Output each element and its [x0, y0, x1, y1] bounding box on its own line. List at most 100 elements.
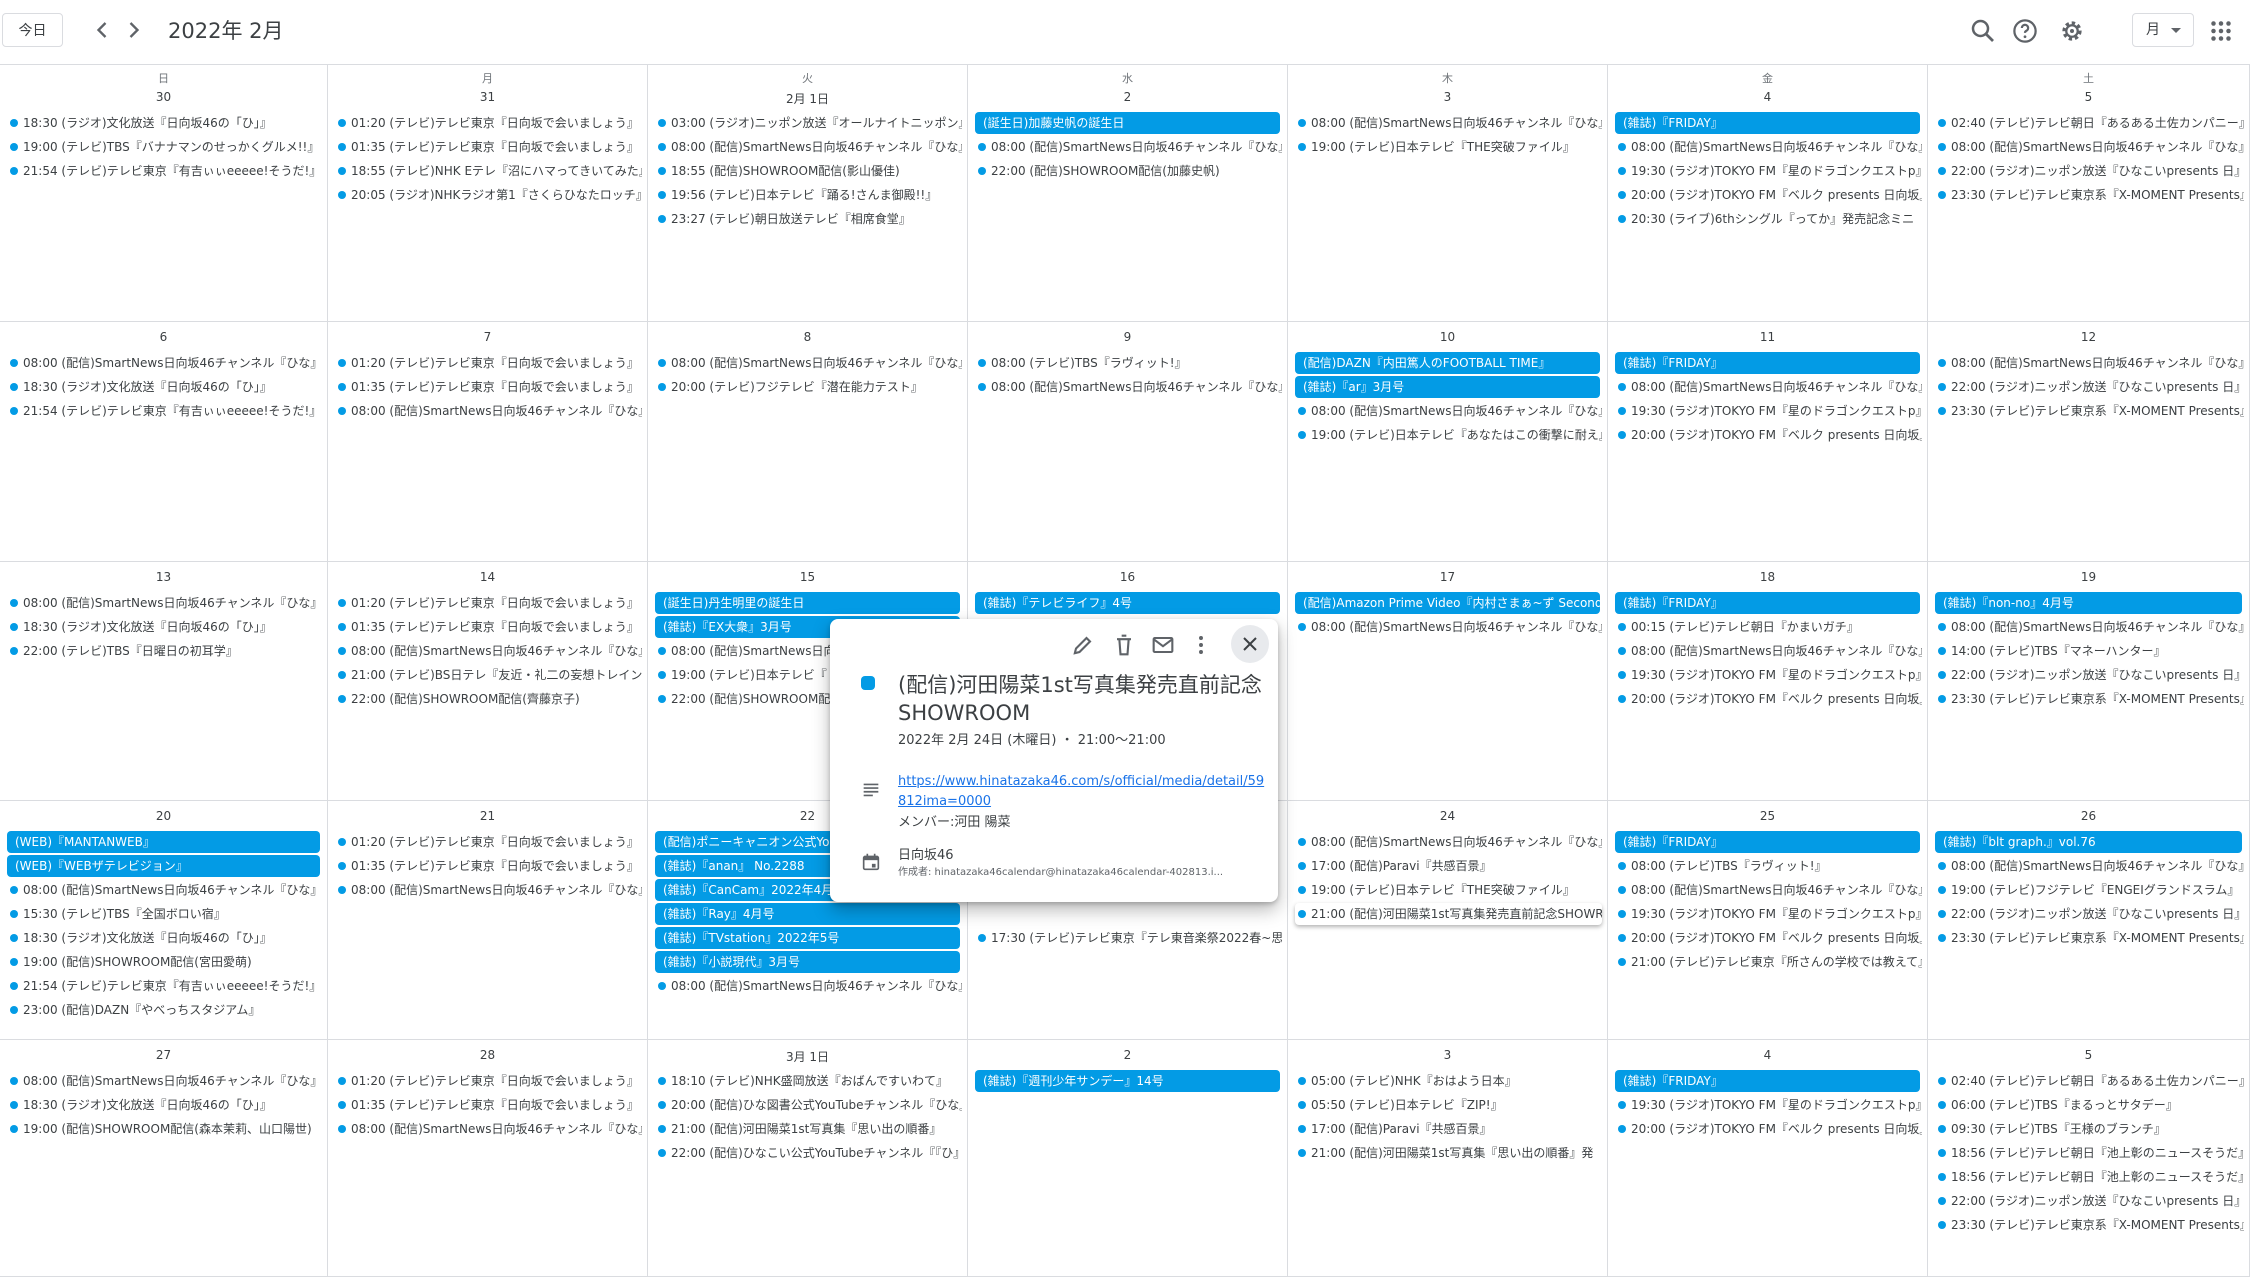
day-cell[interactable]: 4 (雑誌)『FRIDAY』 19:30 (ラジオ)TOKYO FM『星のドラゴンク… — [1608, 1040, 1928, 1277]
event-item[interactable]: 08:00 (配信)SmartNews日向坂46チャンネル『ひな』 — [1295, 831, 1602, 853]
day-number[interactable]: 5 — [1928, 90, 2249, 104]
event-item[interactable]: 18:55 (テレビ)NHK Eテレ『沼にハマってきいてみた』 — [335, 160, 642, 182]
all-day-event-chip[interactable]: (配信)DAZN『内田篤人のFOOTBALL TIME』 — [1295, 352, 1600, 374]
event-item[interactable] — [975, 903, 1282, 925]
event-item[interactable]: 08:00 (配信)SmartNews日向坂46チャンネル『ひな』 — [335, 879, 642, 901]
event-item[interactable]: 00:15 (テレビ)テレビ朝日『かまいガチ』 — [1615, 616, 1922, 638]
all-day-event-chip[interactable]: (雑誌)『TVstation』2022年5号 — [655, 927, 960, 949]
all-day-event-chip[interactable]: (WEB)『MANTANWEB』 — [7, 831, 320, 853]
event-item[interactable]: 22:00 (ラジオ)ニッポン放送『ひなこいpresents 日』 — [1935, 903, 2244, 925]
day-cell[interactable]: 11 (雑誌)『FRIDAY』 08:00 (配信)SmartNews日向坂46チャ… — [1608, 322, 1928, 562]
event-item[interactable]: 08:00 (配信)SmartNews日向坂46チャンネル『ひな』 — [1615, 640, 1922, 662]
day-number[interactable]: 2 — [968, 1048, 1287, 1062]
event-item[interactable]: 08:00 (配信)SmartNews日向坂46チャンネル『ひな』 — [1295, 400, 1602, 422]
day-number[interactable]: 9 — [968, 330, 1287, 344]
event-item[interactable]: 09:30 (テレビ)TBS『王様のブランチ』 — [1935, 1118, 2244, 1140]
all-day-event-chip[interactable]: (配信)Amazon Prime Video『内村さまぁ~ず Second』 — [1295, 592, 1600, 614]
event-item[interactable]: 22:00 (ラジオ)ニッポン放送『ひなこいpresents 日』 — [1935, 664, 2244, 686]
day-cell[interactable]: 21 01:20 (テレビ)テレビ東京『日向坂で会いましょう』 01:35 (テレビ… — [328, 801, 648, 1040]
close-icon[interactable] — [1231, 625, 1269, 663]
event-item[interactable]: 19:30 (ラジオ)TOKYO FM『星のドラゴンクエストp』 — [1615, 400, 1922, 422]
event-item[interactable]: 19:56 (テレビ)日本テレビ『踊る!さんま御殿!!』 — [655, 184, 962, 206]
day-number[interactable]: 24 — [1288, 809, 1607, 823]
day-cell[interactable]: 18 (雑誌)『FRIDAY』 00:15 (テレビ)テレビ朝日『かまいガチ』 08:… — [1608, 562, 1928, 801]
event-item[interactable]: 23:30 (テレビ)テレビ東京系『X-MOMENT Presents』 — [1935, 688, 2244, 710]
event-item[interactable]: 01:20 (テレビ)テレビ東京『日向坂で会いましょう』 — [335, 831, 642, 853]
day-cell[interactable]: 20 (WEB)『MANTANWEB』 (WEB)『WEBザテレビジョン』 08:00… — [0, 801, 328, 1040]
event-item[interactable]: 01:20 (テレビ)テレビ東京『日向坂で会いましょう』 — [335, 352, 642, 374]
day-cell[interactable]: 3月 1日 18:10 (テレビ)NHK盛岡放送『おばんですいわて』 20:00 (… — [648, 1040, 968, 1277]
event-item[interactable]: 01:35 (テレビ)テレビ東京『日向坂で会いましょう』 — [335, 1094, 642, 1116]
all-day-event-chip[interactable]: (雑誌)『FRIDAY』 — [1615, 831, 1920, 853]
event-item[interactable]: 01:35 (テレビ)テレビ東京『日向坂で会いましょう』 — [335, 376, 642, 398]
day-number[interactable]: 15 — [648, 570, 967, 584]
day-number[interactable]: 26 — [1928, 809, 2249, 823]
edit-icon[interactable] — [1069, 631, 1097, 659]
event-item[interactable]: 19:00 (テレビ)フジテレビ『ENGEIグランドスラム』 — [1935, 879, 2244, 901]
event-item[interactable]: 08:00 (配信)SmartNews日向坂46チャンネル『ひな』 — [655, 975, 962, 997]
day-number[interactable]: 12 — [1928, 330, 2249, 344]
search-icon[interactable] — [1968, 16, 1998, 46]
event-item[interactable]: 15:30 (テレビ)TBS『全国ボロい宿』 — [7, 903, 322, 925]
event-item[interactable]: 19:30 (ラジオ)TOKYO FM『星のドラゴンクエストp』 — [1615, 160, 1922, 182]
event-item[interactable]: 20:05 (ラジオ)NHKラジオ第1『さくらひなたロッチ』 — [335, 184, 642, 206]
event-item[interactable]: 08:00 (配信)SmartNews日向坂46チャンネル『ひな』 — [1935, 855, 2244, 877]
event-item[interactable]: 08:00 (配信)SmartNews日向坂46チャンネル『ひな』 — [1295, 616, 1602, 638]
all-day-event-chip[interactable]: (雑誌)『blt graph.』vol.76 — [1935, 831, 2242, 853]
event-item[interactable]: 08:00 (配信)SmartNews日向坂46チャンネル『ひな』 — [1935, 352, 2244, 374]
day-number[interactable]: 6 — [0, 330, 327, 344]
event-item[interactable]: 08:00 (配信)SmartNews日向坂46チャンネル『ひな』 — [7, 879, 322, 901]
event-item[interactable]: 19:30 (ラジオ)TOKYO FM『星のドラゴンクエストp』 — [1615, 1094, 1922, 1116]
event-item[interactable]: 19:00 (テレビ)TBS『バナナマンのせっかくグルメ!!』 — [7, 136, 322, 158]
event-item[interactable]: 19:00 (テレビ)日本テレビ『THE突破ファイル』 — [1295, 136, 1602, 158]
day-cell[interactable]: 17 (配信)Amazon Prime Video『内村さまぁ~ず Second』… — [1288, 562, 1608, 801]
event-item[interactable]: 19:30 (ラジオ)TOKYO FM『星のドラゴンクエストp』 — [1615, 664, 1922, 686]
event-item[interactable]: 20:00 (配信)ひな図書公式YouTubeチャンネル『ひな』 — [655, 1094, 962, 1116]
event-item[interactable]: 14:00 (テレビ)TBS『マネーハンター』 — [1935, 640, 2244, 662]
event-item[interactable]: 21:54 (テレビ)テレビ東京『有吉ぃぃeeeee!そうだ!』 — [7, 160, 322, 182]
chevron-right-icon[interactable] — [120, 16, 148, 44]
day-cell[interactable]: 14 01:20 (テレビ)テレビ東京『日向坂で会いましょう』 01:35 (テレビ… — [328, 562, 648, 801]
event-item[interactable]: 22:00 (ラジオ)ニッポン放送『ひなこいpresents 日』 — [1935, 376, 2244, 398]
more-options-icon[interactable] — [1187, 631, 1215, 659]
event-item[interactable]: 23:30 (テレビ)テレビ東京系『X-MOMENT Presents』 — [1935, 400, 2244, 422]
event-item[interactable]: 19:00 (配信)SHOWROOM配信(森本茉莉、山口陽世) — [7, 1118, 322, 1140]
all-day-event-chip[interactable]: (誕生日)丹生明里の誕生日 — [655, 592, 960, 614]
event-item[interactable]: 18:10 (テレビ)NHK盛岡放送『おばんですいわて』 — [655, 1070, 962, 1092]
day-number[interactable]: 2月 1日 — [648, 90, 967, 107]
day-number[interactable]: 20 — [0, 809, 327, 823]
event-item[interactable]: 21:00 (テレビ)BS日テレ『友近・礼二の妄想トレイン』 — [335, 664, 642, 686]
event-item[interactable]: 22:00 (配信)ひなこい公式YouTubeチャンネル『『ひ』 — [655, 1142, 962, 1164]
all-day-event-chip[interactable]: (雑誌)『FRIDAY』 — [1615, 352, 1920, 374]
today-button[interactable]: 今日 — [2, 13, 63, 47]
day-cell[interactable]: 12 08:00 (配信)SmartNews日向坂46チャンネル『ひな』 22:00… — [1928, 322, 2250, 562]
event-item[interactable]: 01:35 (テレビ)テレビ東京『日向坂で会いましょう』 — [335, 616, 642, 638]
event-item[interactable]: 18:30 (ラジオ)文化放送『日向坂46の「ひ」』 — [7, 112, 322, 134]
event-item[interactable]: 21:00 (テレビ)テレビ東京『所さんの学校では教えて』 — [1615, 951, 1922, 973]
event-item[interactable]: 19:00 (テレビ)日本テレビ『THE突破ファイル』 — [1295, 879, 1602, 901]
all-day-event-chip[interactable]: (雑誌)『non-no』4月号 — [1935, 592, 2242, 614]
event-item[interactable]: 22:00 (テレビ)TBS『日曜日の初耳学』 — [7, 640, 322, 662]
event-item[interactable]: 08:00 (配信)SmartNews日向坂46チャンネル『ひな』 — [655, 136, 962, 158]
day-number[interactable]: 8 — [648, 330, 967, 344]
event-item[interactable]: 08:00 (配信)SmartNews日向坂46チャンネル『ひな』 — [1615, 136, 1922, 158]
selected-event-item[interactable]: 21:00 (配信)河田陽菜1st写真集発売直前記念SHOWROOM — [1295, 903, 1602, 925]
day-cell[interactable]: 日 30 18:30 (ラジオ)文化放送『日向坂46の「ひ」』 19:00 (テレビ)… — [0, 64, 328, 322]
day-cell[interactable]: 月 31 01:20 (テレビ)テレビ東京『日向坂で会いましょう』 01:35 (テレ… — [328, 64, 648, 322]
event-item[interactable]: 18:56 (テレビ)テレビ朝日『池上彰のニュースそうだ』 — [1935, 1142, 2244, 1164]
event-item[interactable]: 02:40 (テレビ)テレビ朝日『あるある土佐カンパニー』 — [1935, 112, 2244, 134]
event-item[interactable]: 22:00 (ラジオ)ニッポン放送『ひなこいpresents 日』 — [1935, 160, 2244, 182]
all-day-event-chip[interactable]: (雑誌)『週刊少年サンデー』14号 — [975, 1070, 1280, 1092]
day-cell[interactable]: 水 2 (誕生日)加藤史帆の誕生日 08:00 (配信)SmartNews日向坂46チ… — [968, 64, 1288, 322]
gear-icon[interactable] — [2057, 16, 2087, 46]
event-link[interactable]: https://www.hinatazaka46.com/s/official/… — [898, 772, 1268, 812]
event-item[interactable]: 18:30 (ラジオ)文化放送『日向坂46の「ひ」』 — [7, 376, 322, 398]
event-item[interactable]: 23:30 (テレビ)テレビ東京系『X-MOMENT Presents』 — [1935, 1214, 2244, 1236]
event-item[interactable]: 01:35 (テレビ)テレビ東京『日向坂で会いましょう』 — [335, 855, 642, 877]
event-item[interactable]: 01:20 (テレビ)テレビ東京『日向坂で会いましょう』 — [335, 592, 642, 614]
all-day-event-chip[interactable]: (WEB)『WEBザテレビジョン』 — [7, 855, 320, 877]
day-number[interactable]: 7 — [328, 330, 647, 344]
help-icon[interactable] — [2010, 16, 2040, 46]
event-item[interactable]: 20:00 (テレビ)フジテレビ『潜在能力テスト』 — [655, 376, 962, 398]
event-item[interactable]: 20:00 (ラジオ)TOKYO FM『ベルク presents 日向坂』 — [1615, 424, 1922, 446]
